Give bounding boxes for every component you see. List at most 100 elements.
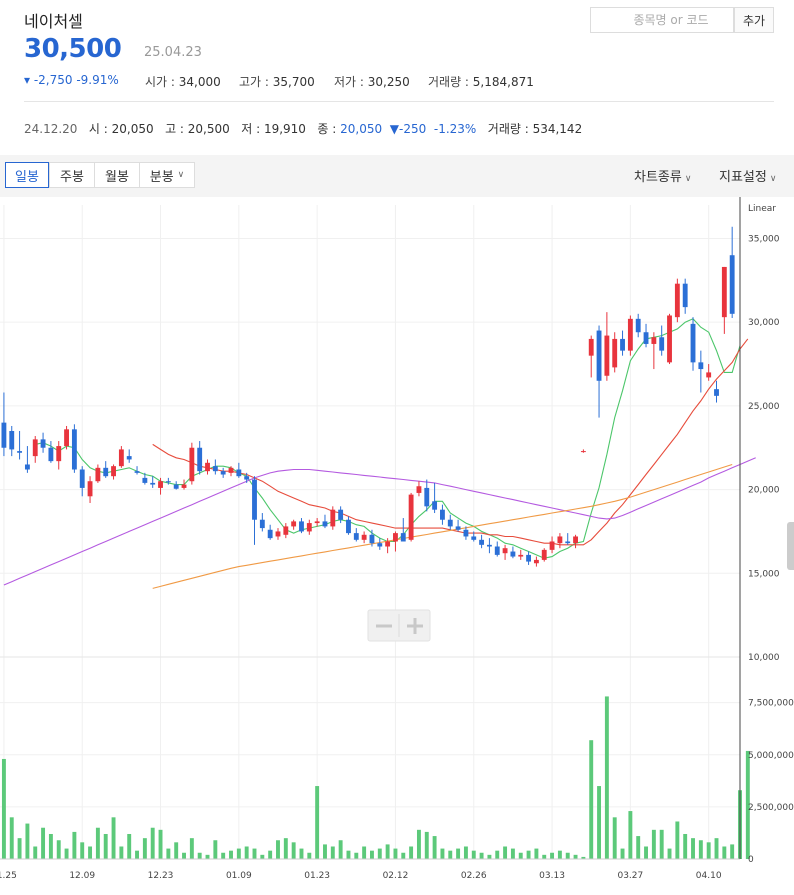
candle-body (588, 338, 594, 356)
open-stat: 시가 : 34,000 (145, 73, 221, 90)
tab-weekly[interactable]: 주봉 (49, 162, 95, 188)
candle-body (393, 533, 398, 542)
candle-body (667, 315, 672, 363)
price-tick-label: 35,000 (748, 234, 780, 244)
indicator-settings-dropdown[interactable]: 지표설정 ∨ (719, 166, 776, 185)
volume-bar (667, 848, 672, 859)
candle-body (48, 447, 54, 462)
volume-bar (518, 852, 523, 859)
candle-body (385, 541, 391, 547)
candle-body (9, 431, 15, 450)
x-tick-label: 12.23 (148, 871, 174, 881)
candle-body (526, 554, 531, 562)
candle-body (596, 330, 602, 381)
volume-bar (377, 848, 382, 859)
chart-scroll-handle[interactable] (787, 522, 794, 570)
volume-bar (557, 850, 562, 859)
tab-monthly[interactable]: 월봉 (94, 162, 140, 188)
volume-bar (659, 829, 664, 859)
volume-bar (111, 817, 116, 859)
x-tick-label: 04.10 (696, 871, 722, 881)
chevron-down-icon: ∨ (769, 174, 777, 184)
volume-bar (72, 831, 77, 859)
candlesticks (1, 226, 735, 567)
x-tick-label: 03.27 (617, 871, 643, 881)
volume-bar (510, 848, 515, 859)
x-tick-label: 01.09 (226, 871, 252, 881)
high-label: 고가 : (239, 75, 273, 89)
volume-bar (142, 838, 147, 859)
x-tick-label: 11.25 (0, 871, 17, 881)
volume-bar (283, 838, 288, 859)
volume-bar (432, 836, 437, 859)
volume-bar (550, 852, 555, 859)
volume-bar (291, 842, 296, 859)
previous-day-summary: 24.12.20 시 : 20,050 고 : 20,500 저 : 19,91… (24, 120, 582, 137)
candle-body (674, 283, 680, 318)
chart-type-dropdown[interactable]: 차트종류 ∨ (634, 166, 691, 185)
candle-body (291, 521, 297, 527)
volume-bar (691, 838, 695, 859)
candle-body (432, 501, 438, 510)
volume-bar (456, 848, 461, 859)
candle-body (557, 536, 563, 544)
volume-bar (9, 817, 14, 859)
candle-body (299, 521, 304, 532)
candle-body (424, 487, 430, 507)
candle-body (95, 467, 101, 482)
search-input[interactable] (591, 8, 741, 32)
candle-body (541, 549, 547, 560)
volume-bar (706, 842, 711, 859)
volume-bar (440, 848, 445, 859)
volume-tick-label: 5,000,000 (748, 751, 794, 761)
zoom-out-button[interactable] (369, 611, 399, 640)
volume-bar (612, 817, 617, 859)
stock-name: 네이처셀 (24, 12, 83, 31)
candle-body (440, 509, 445, 520)
prev-close: 20,050 (340, 122, 383, 136)
volume-bar (597, 786, 602, 859)
volume-bar (197, 852, 202, 859)
tab-minute-label: 분봉 (149, 169, 174, 185)
volume-bar (354, 852, 359, 859)
volume-bar (244, 846, 249, 859)
volume-bar (135, 850, 139, 859)
high-stat: 고가 : 35,700 (239, 73, 315, 90)
candle-body (486, 544, 492, 547)
tab-minute[interactable]: 분봉 ∨ (139, 162, 195, 188)
candle-body (306, 523, 312, 532)
tab-daily[interactable]: 일봉 (5, 162, 49, 188)
volume-bar (651, 829, 656, 859)
prev-high: 20,500 (187, 122, 230, 136)
volume-bar (644, 846, 648, 859)
candle-body (1, 422, 7, 448)
volume-bar (338, 840, 343, 859)
scale-label: Linear (748, 204, 776, 214)
candle-body (181, 484, 187, 488)
candle-body (533, 559, 539, 564)
volume-bar (385, 844, 390, 859)
price-tick-label: 15,000 (748, 569, 780, 579)
candle-body (275, 531, 281, 537)
volume-bar (330, 846, 335, 859)
zoom-in-button[interactable] (400, 611, 430, 640)
candle-body (698, 362, 704, 370)
candle-body (502, 548, 508, 554)
stock-chart[interactable]: 11.25 12.09 12.23 01.09 01.23 02.12 02.26 03.13… (0, 197, 794, 895)
candle-body (267, 529, 273, 539)
candle-body (471, 536, 477, 540)
add-button[interactable]: 추가 (734, 7, 774, 33)
chart-toolbar: 일봉 주봉 월봉 분봉 ∨ 차트종류 ∨ 지표설정 ∨ (0, 155, 794, 197)
open-value: 34,000 (178, 75, 221, 89)
candle-body (56, 446, 62, 462)
volume-bar (80, 842, 85, 859)
volume-bar (236, 848, 241, 859)
candle-body (479, 539, 485, 545)
volume-bar (487, 854, 492, 859)
volume-bar (471, 850, 476, 859)
zoom-control (367, 609, 431, 642)
candle-body (126, 456, 132, 460)
candle-body (565, 541, 571, 544)
prev-open: 20,050 (111, 122, 154, 136)
volume-bar (182, 852, 186, 859)
